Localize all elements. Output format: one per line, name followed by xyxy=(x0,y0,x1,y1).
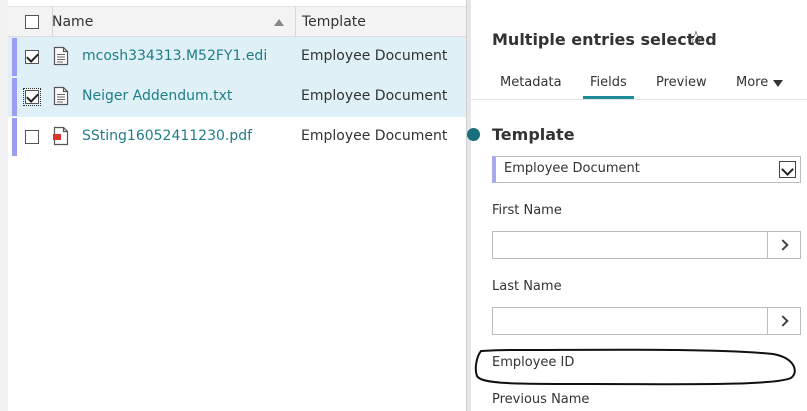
entry-template: Employee Document xyxy=(301,48,448,64)
entry-name-link[interactable]: Neiger Addendum.txt xyxy=(82,88,232,104)
row-checkbox[interactable] xyxy=(23,88,41,106)
chevron-right-icon[interactable] xyxy=(767,232,800,258)
text-document-icon xyxy=(53,86,69,106)
tab-preview[interactable]: Preview xyxy=(656,75,707,90)
tab-more[interactable]: More xyxy=(736,75,768,90)
template-select[interactable]: Employee Document xyxy=(492,156,801,183)
list-row[interactable]: mcosh334313.M52FY1.edi Employee Document xyxy=(8,37,466,77)
chevron-down-icon[interactable] xyxy=(779,161,796,178)
page-title: Multiple entries selected xyxy=(492,30,717,49)
previous-name-label: Previous Name xyxy=(492,392,590,407)
entry-template: Employee Document xyxy=(301,88,448,104)
row-checkbox[interactable] xyxy=(25,50,39,64)
tab-fields[interactable]: Fields xyxy=(583,75,634,99)
entry-template: Employee Document xyxy=(301,128,448,144)
list-row[interactable]: SSting16052411230.pdf Employee Document xyxy=(8,117,466,157)
list-header: Name Template xyxy=(8,6,466,37)
select-all-checkbox[interactable] xyxy=(25,15,39,29)
section-indicator xyxy=(467,128,480,141)
column-divider[interactable] xyxy=(295,7,296,37)
text-document-icon xyxy=(53,46,69,66)
chevron-down-icon[interactable] xyxy=(773,80,783,87)
entry-name-link[interactable]: mcosh334313.M52FY1.edi xyxy=(82,48,267,64)
chevron-right-icon[interactable] xyxy=(767,308,800,334)
last-name-field[interactable] xyxy=(492,307,801,335)
pdf-document-icon xyxy=(53,126,69,146)
row-marker xyxy=(12,78,17,116)
column-header-name[interactable]: Name xyxy=(52,14,93,30)
last-name-label: Last Name xyxy=(492,279,562,294)
tab-metadata[interactable]: Metadata xyxy=(500,75,562,90)
row-marker xyxy=(12,38,17,76)
entry-name-link[interactable]: SSting16052411230.pdf xyxy=(82,128,252,144)
tab-bar: Metadata Fields Preview More xyxy=(471,68,807,100)
template-select-value: Employee Document xyxy=(504,161,640,176)
first-name-label: First Name xyxy=(492,203,562,218)
star-icon[interactable]: ☆ xyxy=(687,28,705,48)
column-header-template[interactable]: Template xyxy=(302,14,366,30)
first-name-field[interactable] xyxy=(492,231,801,259)
row-marker xyxy=(12,118,17,156)
list-row[interactable]: Neiger Addendum.txt Employee Document xyxy=(8,77,466,117)
annotation-scribble xyxy=(474,348,796,386)
section-title: Template xyxy=(492,125,575,144)
row-checkbox[interactable] xyxy=(25,130,39,144)
entry-list-pane: Name Template mcosh334313.M52FY1.edi Emp… xyxy=(0,0,466,411)
sort-ascending-icon[interactable] xyxy=(274,19,284,26)
